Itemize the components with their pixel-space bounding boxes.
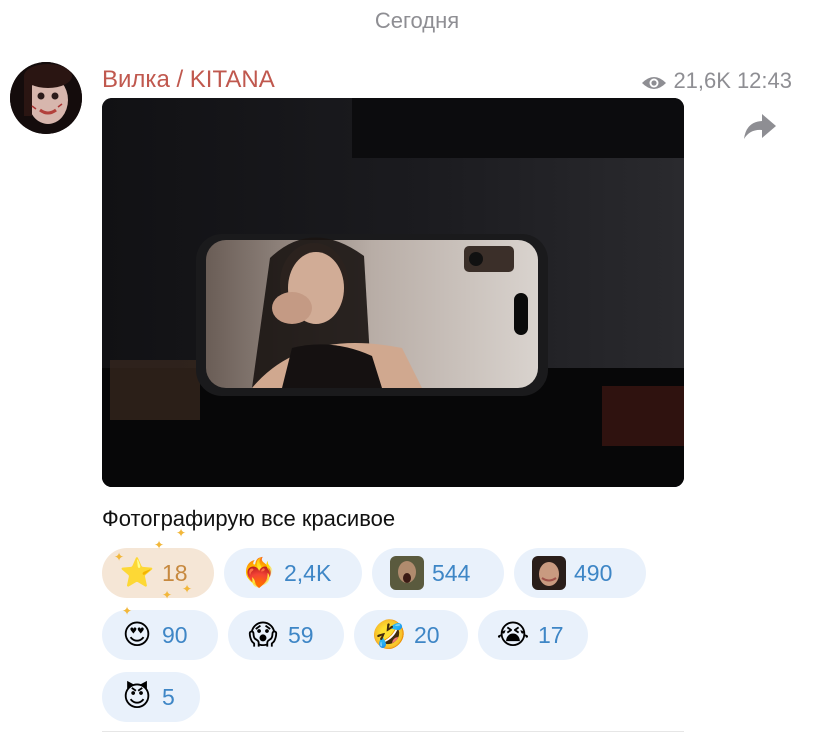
devil-icon: 😈 <box>122 681 152 712</box>
channel-author[interactable]: Вилка / KITANA <box>102 66 275 94</box>
share-button[interactable] <box>740 110 780 144</box>
forward-arrow-icon <box>744 114 776 139</box>
views-count: 21,6K <box>673 68 731 93</box>
sparkle-icon: ✦ <box>182 582 193 596</box>
sparkle-icon: ✦ <box>176 526 187 540</box>
reaction-count: 2,4K <box>284 559 332 586</box>
reaction-devil[interactable]: 😈 5 <box>102 672 200 722</box>
reaction-count: 5 <box>162 683 175 710</box>
reaction-count: 90 <box>162 621 188 648</box>
reaction-count: 20 <box>414 621 440 648</box>
reaction-scream[interactable]: 😱 59 <box>228 610 344 660</box>
custom-face-sticker-1-icon <box>390 556 424 590</box>
star-icon: ⭐ <box>119 557 155 588</box>
reaction-count: 59 <box>288 621 314 648</box>
date-separator: Сегодня <box>374 8 460 33</box>
reaction-custom-2[interactable]: 490 <box>514 548 646 598</box>
reaction-custom-1[interactable]: 544 <box>372 548 504 598</box>
post-time: 12:43 <box>736 68 792 93</box>
eye-icon <box>641 72 667 90</box>
reaction-crying[interactable]: 😭 17 <box>478 610 588 660</box>
divider <box>102 731 684 732</box>
crying-icon: 😭 <box>496 619 530 650</box>
sparkle-icon: ✦ <box>114 550 125 564</box>
reaction-heart-on-fire[interactable]: ❤️‍🔥 2,4K <box>224 548 362 598</box>
reaction-heart-eyes[interactable]: 😍 90 <box>102 610 218 660</box>
reaction-rofl[interactable]: 🤣 20 <box>354 610 468 660</box>
post-photo[interactable] <box>102 98 684 487</box>
avatar[interactable] <box>10 62 82 134</box>
scream-icon: 😱 <box>248 619 278 650</box>
sparkle-icon: ✦ <box>154 538 165 552</box>
heart-eyes-icon: 😍 <box>122 619 152 650</box>
post-meta: 21,6K 12:43 <box>641 68 792 94</box>
reaction-count: 17 <box>538 621 564 648</box>
post-caption: Фотографирую все красивое <box>102 506 396 531</box>
custom-face-sticker-2-icon <box>532 556 566 590</box>
reaction-count: 544 <box>432 559 471 586</box>
sparkle-icon: ✦ <box>122 604 133 618</box>
reaction-count: 490 <box>574 559 613 586</box>
rofl-icon: 🤣 <box>371 619 407 650</box>
heart-on-fire-icon: ❤️‍🔥 <box>241 557 277 588</box>
sparkle-icon: ✦ <box>162 588 173 602</box>
